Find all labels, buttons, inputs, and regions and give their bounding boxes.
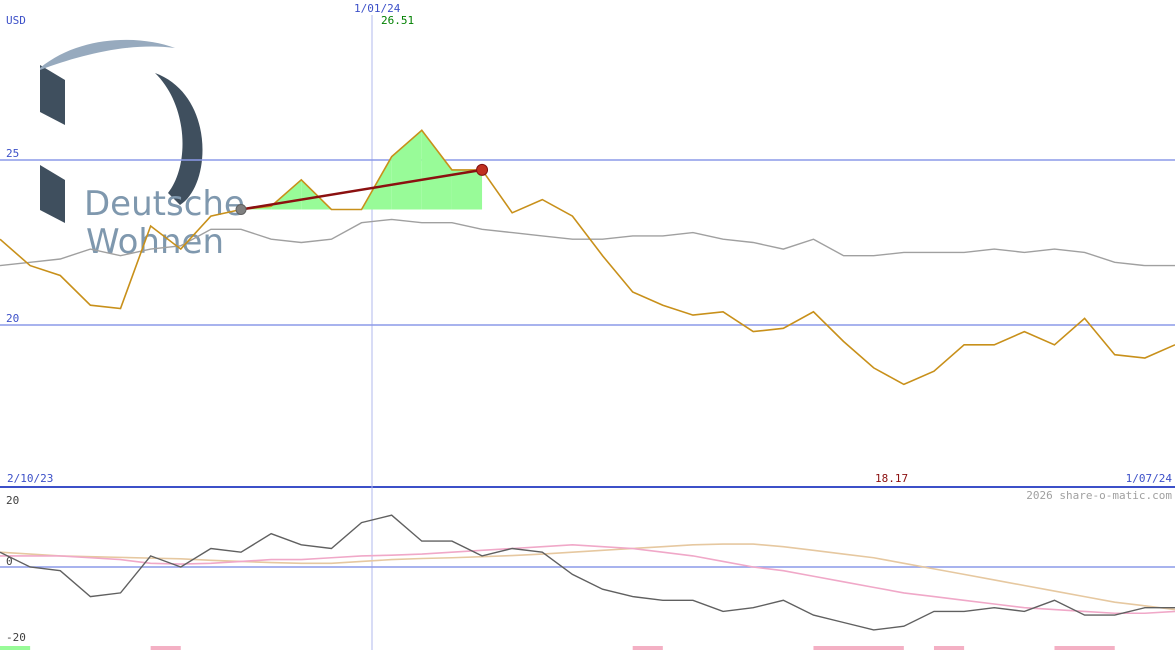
- osc-tick-label-20: 20: [6, 494, 19, 507]
- gain-fill-segment-15: [451, 169, 483, 210]
- y-tick-label-20: 20: [6, 312, 19, 325]
- stock-chart: Deutsche Wohnen 2520 200-20 USD 1/01/24 …: [0, 0, 1175, 650]
- signal-bar-1: [150, 646, 181, 650]
- signal-bar-4: [933, 646, 965, 650]
- y-tick-label-25: 25: [6, 147, 19, 160]
- currency-label: USD: [6, 14, 26, 27]
- end-date-label: 1/07/24: [1126, 472, 1173, 485]
- osc-tick-label--20: -20: [6, 631, 26, 644]
- signal-bar-3: [813, 646, 904, 650]
- trade-exit-marker-0: [476, 163, 489, 176]
- trade-entry-marker-0: [235, 204, 247, 215]
- signal-bar-5: [1054, 646, 1115, 650]
- copyright-label: 2026 share-o-matic.com: [1026, 489, 1172, 502]
- logo-text-line1: Deutsche: [84, 184, 245, 224]
- start-date-label: 2/10/23: [7, 472, 53, 485]
- signal-bar-0: [0, 646, 31, 650]
- marker-value-label: 26.51: [381, 14, 414, 27]
- logo-text-line2: Wohnen: [86, 222, 224, 262]
- last-value-label: 18.17: [875, 472, 908, 485]
- signal-bar-2: [632, 646, 663, 650]
